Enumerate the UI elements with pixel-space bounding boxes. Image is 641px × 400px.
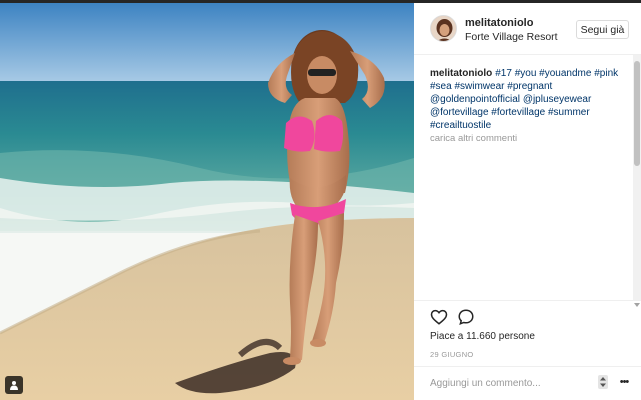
comment-bubble-icon[interactable] bbox=[457, 308, 475, 326]
hashtag-link[interactable]: @fortevillage bbox=[430, 107, 489, 118]
load-more-comments-link[interactable]: carica altri commenti bbox=[430, 133, 517, 144]
beach-scene bbox=[0, 3, 414, 400]
post-header: melitatoniolo Forte Village Resort Segui… bbox=[414, 3, 641, 55]
comments-scrollbar[interactable] bbox=[633, 55, 641, 307]
likes-count[interactable]: Piace a 11.660 persone bbox=[430, 331, 535, 342]
scroll-up-arrow-icon[interactable] bbox=[634, 55, 640, 68]
location-link[interactable]: Forte Village Resort bbox=[465, 31, 558, 43]
ellipsis-icon[interactable]: ••• bbox=[617, 375, 631, 389]
hashtag-link[interactable]: #pink bbox=[594, 68, 618, 79]
hashtag-link[interactable]: #you bbox=[515, 68, 537, 79]
user-tag-icon[interactable] bbox=[5, 376, 23, 394]
add-comment-input[interactable] bbox=[430, 375, 590, 391]
hashtag-link[interactable]: @jpluseyewear bbox=[523, 94, 592, 105]
avatar[interactable] bbox=[430, 15, 457, 42]
hashtag-link[interactable]: #pregnant bbox=[507, 81, 552, 92]
hashtag-link[interactable]: #17 bbox=[495, 68, 512, 79]
post-photo[interactable] bbox=[0, 3, 414, 400]
hashtag-link[interactable]: #fortevillage bbox=[491, 107, 545, 118]
scrollbar-thumb[interactable] bbox=[634, 61, 640, 166]
hashtag-link[interactable]: #sea bbox=[430, 81, 452, 92]
post-side-panel: melitatoniolo Forte Village Resort Segui… bbox=[414, 3, 641, 400]
hashtag-link[interactable]: #summer bbox=[548, 107, 590, 118]
following-button[interactable]: Segui già bbox=[576, 20, 629, 39]
hashtag-link[interactable]: #swimwear bbox=[454, 81, 504, 92]
username-link[interactable]: melitatoniolo bbox=[465, 17, 533, 29]
hashtag-link[interactable]: @goldenpointofficial bbox=[430, 94, 520, 105]
stepper-arrows-icon[interactable] bbox=[598, 375, 608, 389]
hashtag-link[interactable]: #creailtuostile bbox=[430, 120, 491, 131]
heart-icon[interactable] bbox=[430, 308, 448, 326]
hashtag-link[interactable]: #youandme bbox=[539, 68, 591, 79]
post-caption: melitatoniolo #17 #you #youandme #pink #s… bbox=[430, 67, 630, 132]
divider bbox=[414, 366, 641, 367]
divider bbox=[414, 300, 641, 301]
caption-author-link[interactable]: melitatoniolo bbox=[430, 68, 492, 79]
post-date[interactable]: 29 GIUGNO bbox=[430, 350, 474, 359]
